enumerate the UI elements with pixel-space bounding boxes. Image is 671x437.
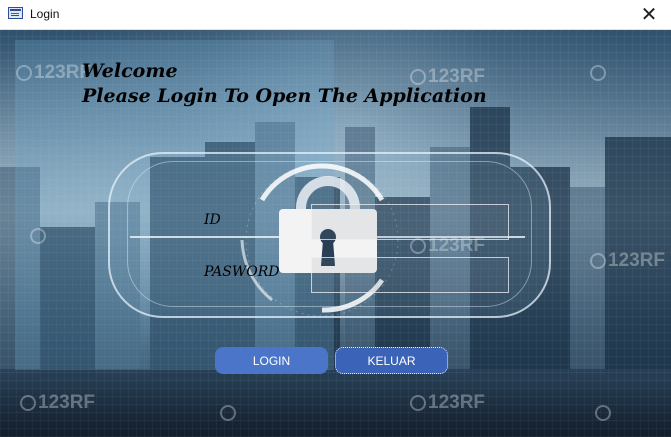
welcome-heading: Welcome xyxy=(82,60,178,82)
keluar-button[interactable]: KELUAR xyxy=(335,347,448,374)
login-background: 123RF 123RF 123RF 123RF 123RF 123RF Welc… xyxy=(0,30,671,437)
window-title: Login xyxy=(30,7,60,21)
close-icon: ✕ xyxy=(640,4,658,26)
login-button[interactable]: LOGIN xyxy=(215,347,328,374)
password-input[interactable] xyxy=(311,257,509,293)
watermark: 123RF xyxy=(20,392,95,414)
watermark: 123RF xyxy=(410,392,485,414)
form-icon xyxy=(8,7,23,19)
watermark: 123RF xyxy=(590,250,665,272)
login-instruction: Please Login To Open The Application xyxy=(82,85,487,107)
watermark: 123RF xyxy=(16,62,91,84)
id-input[interactable] xyxy=(311,204,509,240)
close-button[interactable]: ✕ xyxy=(627,0,671,29)
watermark xyxy=(590,62,608,84)
watermark xyxy=(30,225,48,247)
watermark xyxy=(595,402,613,424)
title-bar: Login ✕ xyxy=(0,0,671,30)
password-label: PASWORD xyxy=(204,264,280,280)
watermark xyxy=(220,402,238,424)
id-label: ID xyxy=(204,212,221,228)
